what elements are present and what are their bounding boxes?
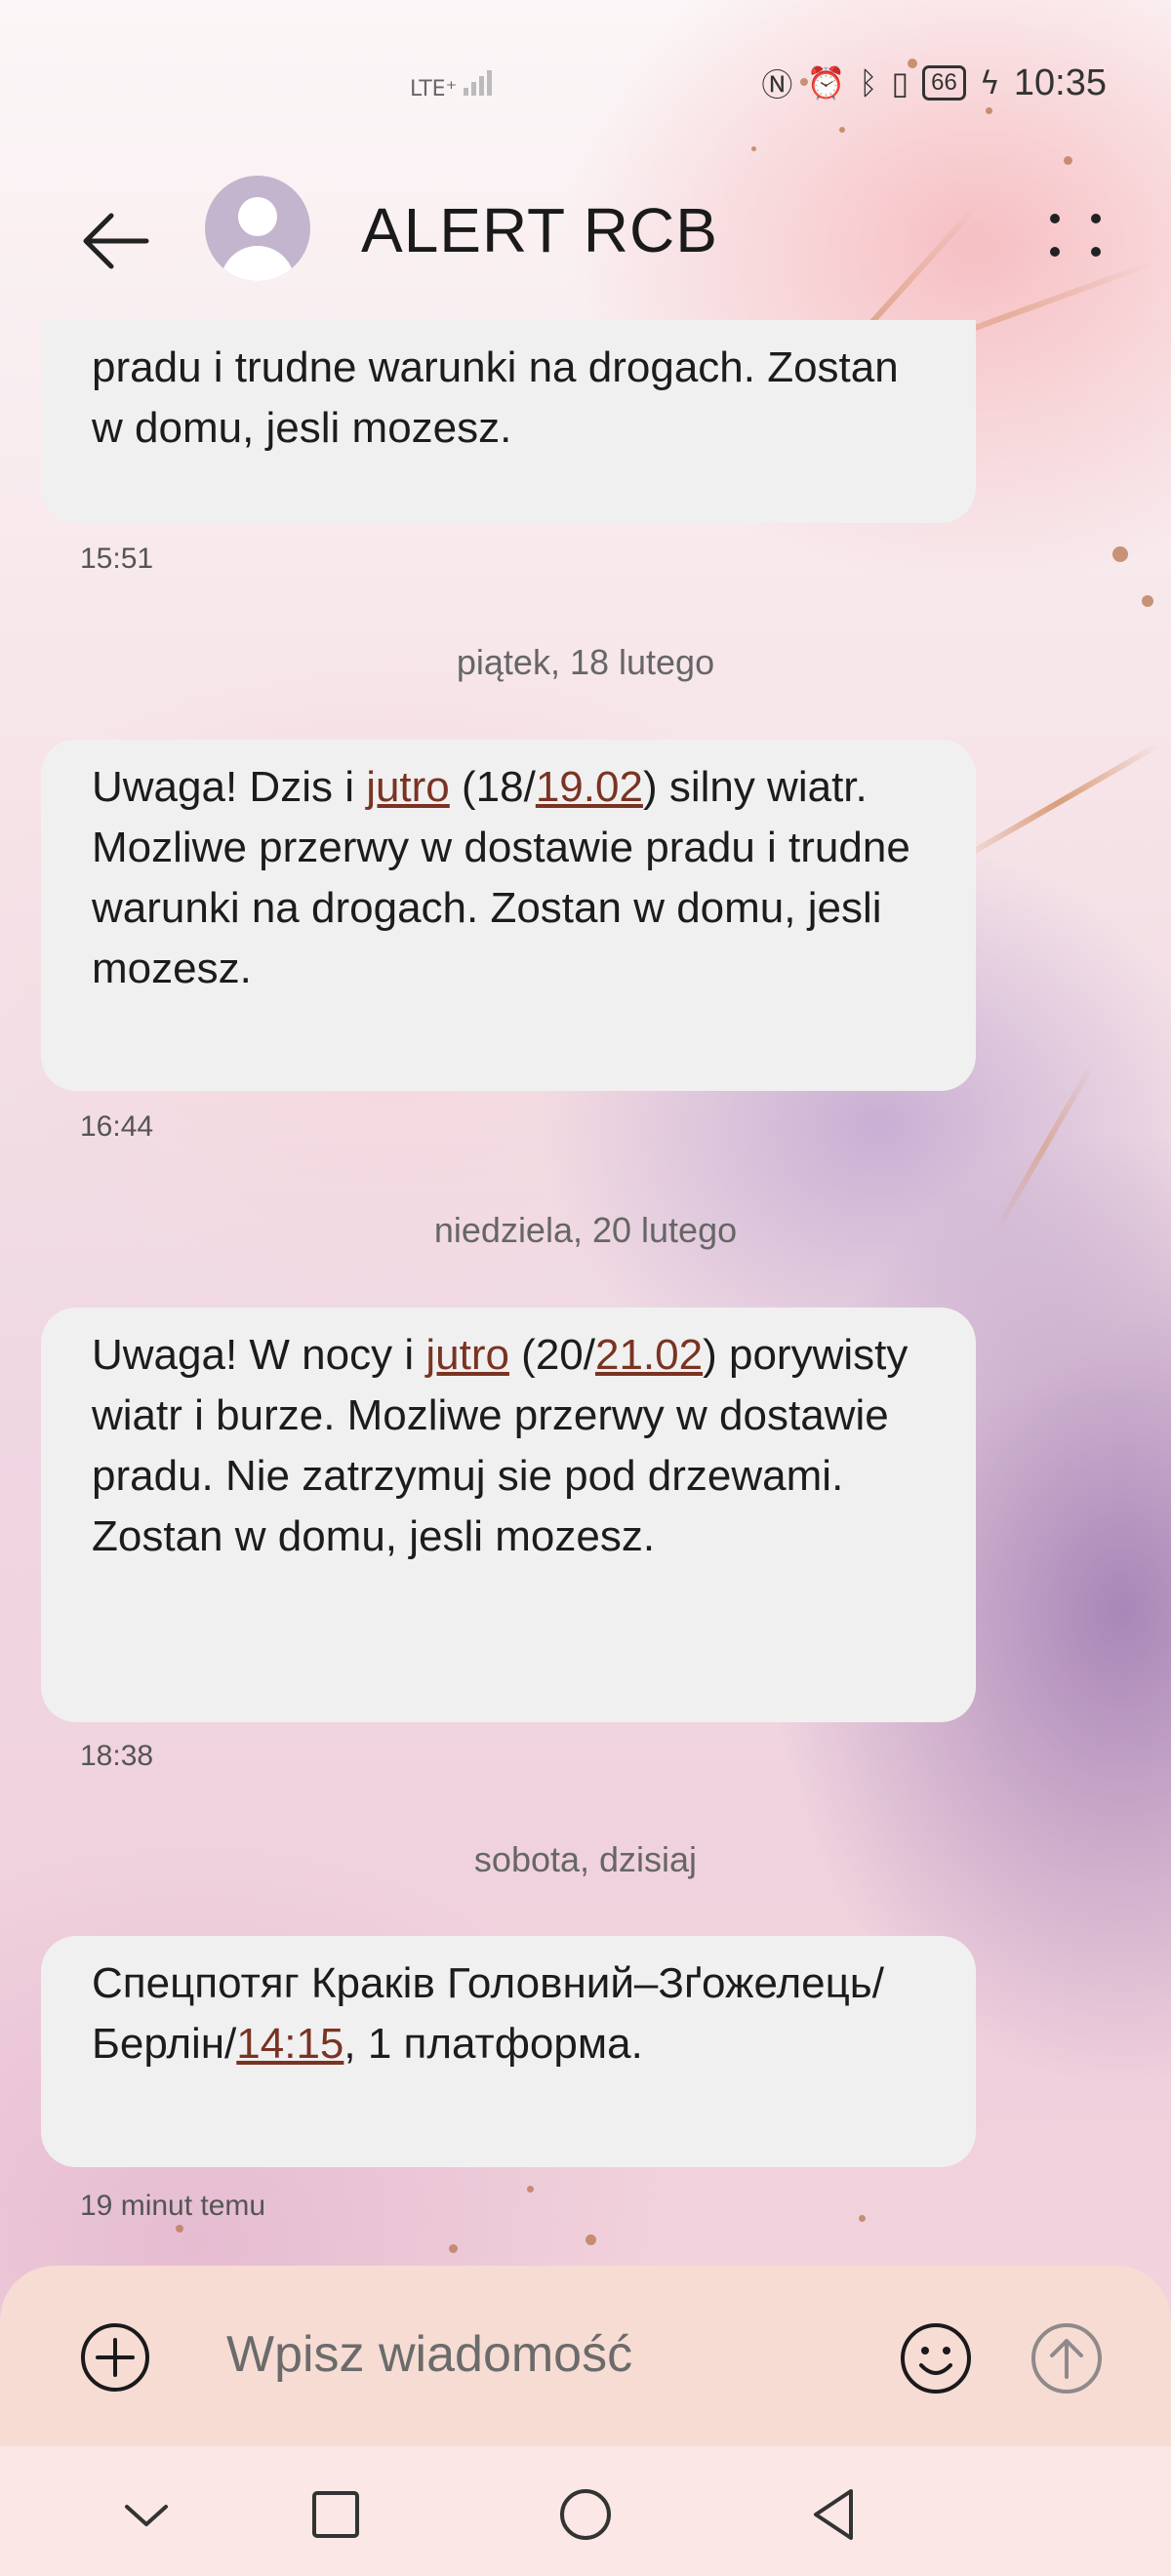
nfc-icon: Ⓝ — [761, 66, 793, 103]
recents-square-icon — [312, 2491, 359, 2538]
message-text: Uwaga! Dzis i — [92, 763, 367, 811]
message-link[interactable]: 19.02 — [536, 763, 643, 811]
back-button[interactable] — [78, 202, 156, 280]
message-thread[interactable]: pradu i trudne warunki na drogach. Zosta… — [0, 320, 1171, 2272]
recents-button[interactable] — [304, 2483, 367, 2546]
message-bubble[interactable]: pradu i trudne warunki na drogach. Zosta… — [41, 320, 976, 523]
message-text: pradu i trudne warunki na drogach. Zosta… — [92, 343, 899, 452]
conversation-title: ALERT RCB — [361, 195, 718, 265]
message-timestamp: 18:38 — [80, 1740, 154, 1772]
message-link[interactable]: jutro — [425, 1331, 509, 1379]
message-input[interactable] — [224, 2305, 872, 2404]
charging-icon: ϟ — [979, 64, 1000, 101]
message-composer — [0, 2266, 1171, 2446]
message-bubble[interactable]: Uwaga! Dzis i jutro (18/19.02) silny wia… — [41, 740, 976, 1091]
emoji-button[interactable] — [900, 2322, 972, 2395]
network-indicator: LTE⁺ — [410, 66, 493, 101]
message-text: Uwaga! W nocy i — [92, 1331, 426, 1379]
status-icons: Ⓝ ⏰ ᛒ ▯ 66 ϟ 10:35 — [761, 60, 1107, 105]
send-button[interactable] — [1030, 2322, 1103, 2395]
clock: 10:35 — [1013, 61, 1107, 103]
signal-strength-icon — [464, 66, 493, 96]
battery-icon: 66 — [922, 65, 966, 101]
back-nav-button[interactable] — [802, 2483, 865, 2546]
status-bar: LTE⁺ Ⓝ ⏰ ᛒ ▯ 66 ϟ 10:35 — [0, 0, 1171, 171]
contact-avatar-icon[interactable] — [205, 176, 310, 281]
chevron-down-icon — [125, 2505, 168, 2526]
message-timestamp: 16:44 — [80, 1110, 154, 1143]
home-button[interactable] — [554, 2483, 617, 2546]
battery-level: 66 — [931, 69, 957, 96]
conversation-header: ALERT RCB — [0, 171, 1171, 317]
more-dots-icon — [1050, 214, 1060, 223]
message-link[interactable]: 21.02 — [595, 1331, 703, 1379]
attach-button[interactable] — [80, 2322, 150, 2393]
message-text: (18/ — [449, 763, 536, 811]
more-options-button[interactable] — [1044, 200, 1112, 268]
network-type: LTE⁺ — [410, 77, 458, 101]
bluetooth-icon: ᛒ — [859, 64, 878, 101]
message-timestamp: 19 minut temu — [80, 2190, 266, 2222]
system-navigation-bar — [0, 2446, 1171, 2576]
message-bubble[interactable]: Uwaga! W nocy i jutro (20/21.02) porywis… — [41, 1308, 976, 1722]
message-bubble[interactable]: Спецпотяг Краків Головний–Зґожелець/Берл… — [41, 1936, 976, 2167]
date-separator: sobota, dzisiaj — [473, 1839, 698, 1879]
alarm-icon: ⏰ — [806, 64, 846, 101]
arrow-left-icon — [83, 213, 149, 269]
smiley-icon — [901, 2323, 971, 2394]
back-triangle-icon — [814, 2489, 853, 2540]
message-text: , 1 платформа. — [343, 2020, 643, 2068]
date-separator: niedziela, 20 lutego — [433, 1210, 738, 1250]
message-text: (20/ — [508, 1331, 595, 1379]
send-arrow-icon — [1031, 2323, 1102, 2394]
vibrate-icon: ▯ — [891, 64, 909, 101]
date-separator: piątek, 18 lutego — [456, 642, 715, 682]
plus-circle-icon — [81, 2323, 149, 2392]
message-link[interactable]: 14:15 — [236, 2020, 343, 2068]
home-circle-icon — [560, 2489, 611, 2540]
message-timestamp: 15:51 — [80, 543, 154, 575]
message-link[interactable]: jutro — [366, 763, 450, 811]
hide-keyboard-button[interactable] — [115, 2483, 178, 2546]
